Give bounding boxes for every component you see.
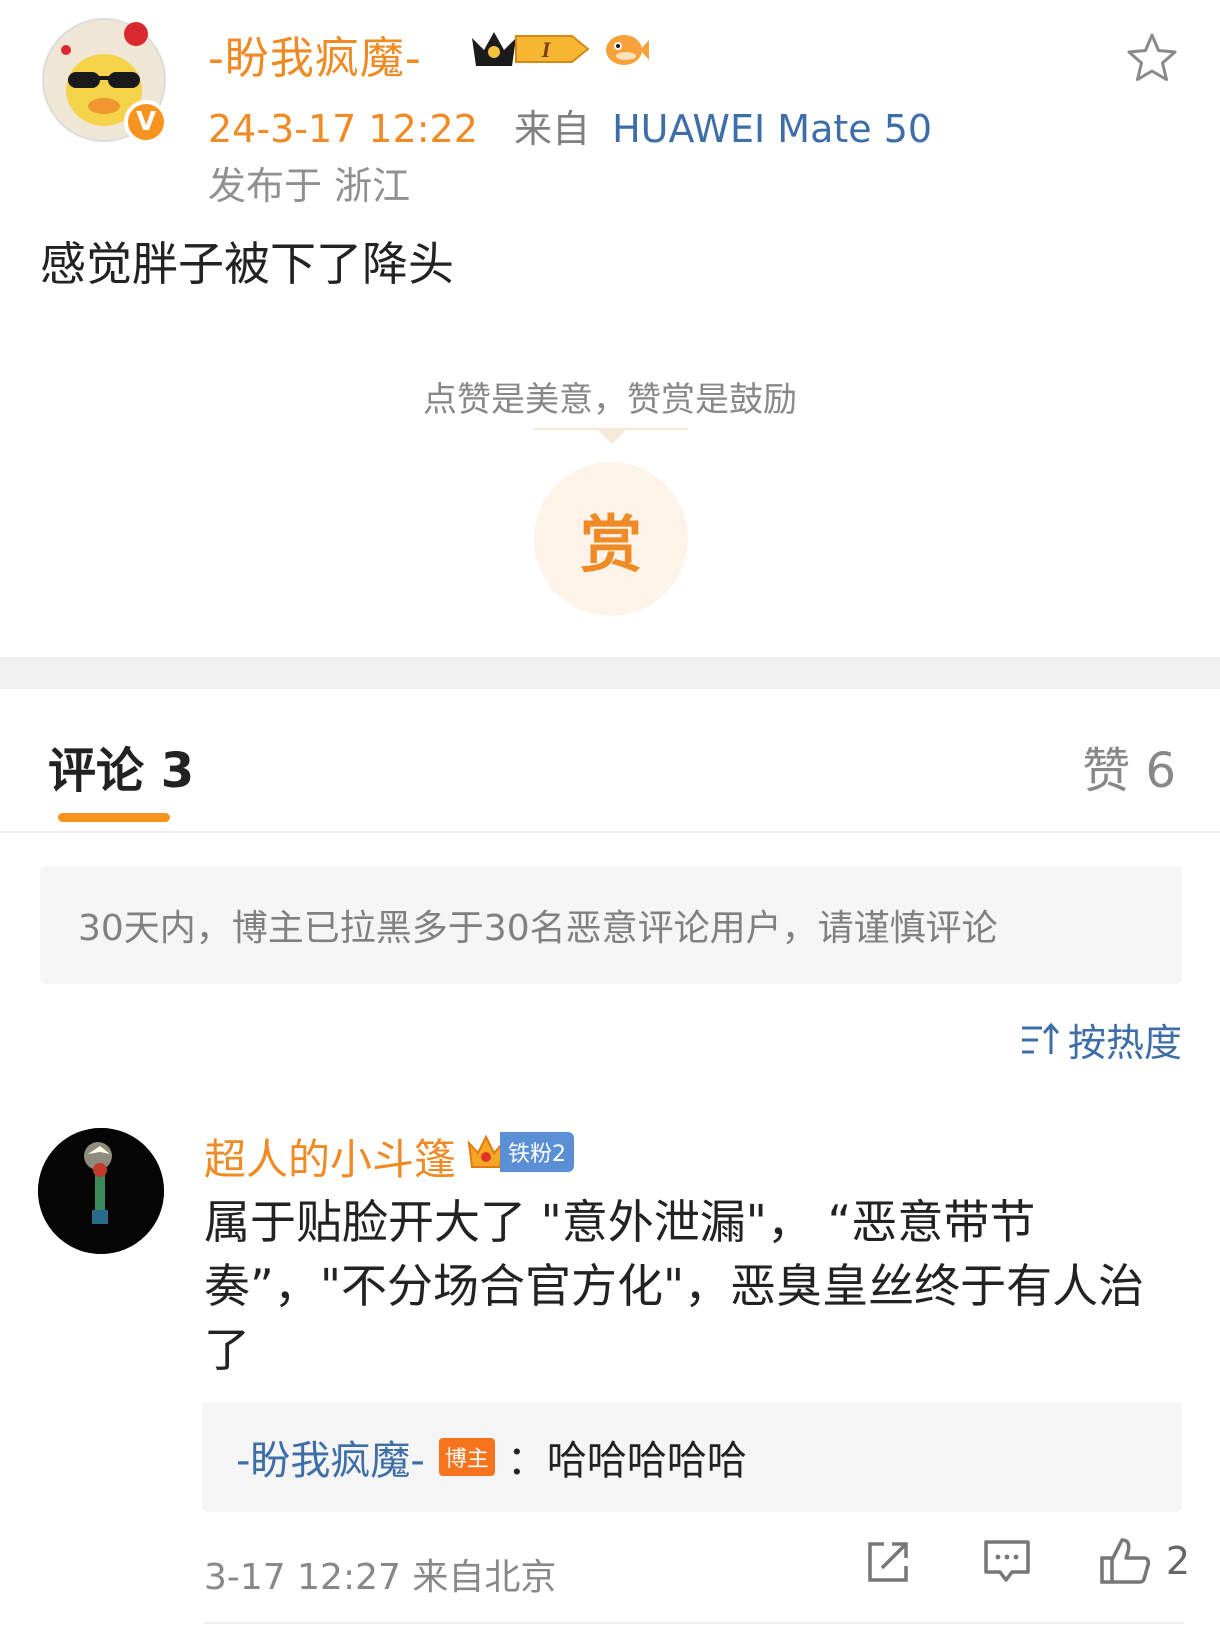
reply-preview[interactable]: -盼我疯魔- 博主 ：哈哈哈哈哈: [202, 1402, 1182, 1512]
level-badge-text: I: [541, 37, 552, 62]
crown-level-badge-icon[interactable]: I: [468, 26, 592, 72]
post-author-name[interactable]: -盼我疯魔-: [208, 22, 422, 86]
fish-icon: [606, 35, 649, 65]
star-icon[interactable]: [1124, 30, 1180, 86]
reward-button[interactable]: 赏: [534, 462, 688, 616]
tab-comments[interactable]: 评论 3: [48, 731, 194, 801]
like-count: 2: [1165, 1539, 1190, 1583]
verified-badge-icon: V: [124, 100, 168, 144]
share-icon[interactable]: [862, 1534, 916, 1588]
post-source-label: 来自: [514, 107, 591, 151]
comment-tabs: 评论 3 赞 6: [0, 689, 1220, 831]
post-timestamp: 24-3-17 12:22: [208, 107, 478, 151]
comment-notice: 30天内，博主已拉黑多于30名恶意评论用户，请谨慎评论: [40, 866, 1182, 984]
post-meta: 24-3-17 12:22 来自 HUAWEI Mate 50: [208, 98, 932, 153]
commenter-avatar-image: [38, 1128, 164, 1254]
comment-icon[interactable]: [980, 1534, 1034, 1588]
reward-tip: 点赞是美意，赞赏是鼓励: [423, 380, 797, 420]
comment-text: 属于贴脸开大了 "意外泄漏"， “恶意带节奏”，"不分场合官方化"，恶臭皇丝终于…: [204, 1195, 1145, 1377]
commenter-avatar[interactable]: [38, 1128, 164, 1254]
like-icon[interactable]: [1098, 1534, 1152, 1588]
section-separator: [0, 657, 1220, 689]
sort-label: 按热度: [1067, 1021, 1182, 1065]
sort-icon: [1021, 1022, 1060, 1054]
tip-caret: [598, 430, 626, 444]
tabs-divider: [0, 831, 1220, 833]
active-tab-indicator: [58, 813, 170, 822]
fan-badge-label: 铁粉2: [500, 1132, 574, 1172]
comment-actions: 2: [798, 1534, 1190, 1588]
blogger-tag: 博主: [438, 1438, 495, 1476]
bottom-divider: [204, 1622, 1184, 1624]
reply-author[interactable]: -盼我疯魔-: [236, 1428, 425, 1486]
post-location: 发布于 浙江: [208, 164, 411, 208]
post-card: V -盼我疯魔- I 24-3-17 12:22 来自 HUAWEI Mate …: [0, 0, 1220, 657]
tab-likes[interactable]: 赞 6: [1082, 731, 1176, 801]
comment-item: 超人的小斗篷 铁粉2 属于贴脸开大了 "意外泄漏"， “恶意带节奏”，"不分场合…: [0, 1120, 1220, 1620]
sort-button[interactable]: 按热度: [1020, 1012, 1182, 1067]
reply-text: ：哈哈哈哈哈: [506, 1438, 747, 1484]
post-text: 感觉胖子被下了降头: [40, 237, 454, 291]
commenter-name[interactable]: 超人的小斗篷: [204, 1126, 456, 1187]
fan-badge[interactable]: 铁粉2: [466, 1132, 574, 1172]
post-device-link[interactable]: HUAWEI Mate 50: [612, 107, 932, 151]
author-badges: I: [468, 26, 650, 72]
comment-footer: 3-17 12:27 来自北京: [204, 1557, 557, 1598]
